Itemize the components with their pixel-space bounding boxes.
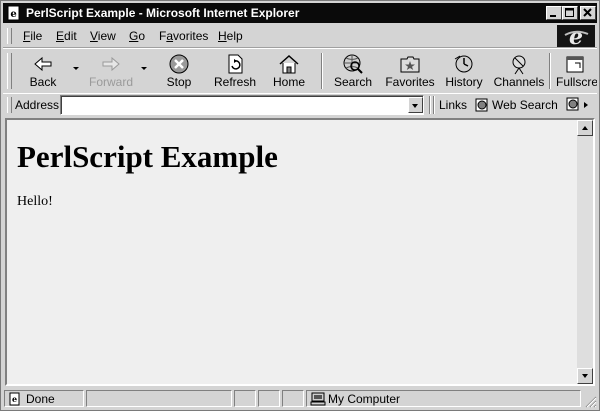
refresh-icon: [228, 54, 243, 74]
home-icon: [279, 54, 299, 74]
favorites-folder-icon: [400, 56, 420, 73]
browser-window: e PerlScript Example - Microsoft Interne…: [0, 0, 600, 411]
links-more-button[interactable]: [565, 96, 595, 114]
web-search-page-icon: [475, 98, 488, 112]
maximize-button[interactable]: [562, 6, 578, 20]
links-label[interactable]: Links: [439, 98, 467, 112]
menu-help[interactable]: Help: [218, 29, 243, 43]
home-button[interactable]: Home: [263, 51, 315, 91]
channels-button[interactable]: Channels: [491, 51, 547, 91]
vertical-scrollbar[interactable]: [577, 120, 593, 384]
page-heading: PerlScript Example: [17, 139, 278, 174]
links-overflow-icon: [566, 97, 588, 111]
status-pane: [258, 390, 280, 407]
title-bar[interactable]: e PerlScript Example - Microsoft Interne…: [3, 3, 597, 23]
stop-icon: [169, 54, 189, 74]
computer-icon: [310, 392, 326, 406]
fullscreen-button[interactable]: Fullscre: [553, 51, 597, 91]
refresh-button[interactable]: Refresh: [207, 51, 263, 91]
status-text: Done: [26, 392, 55, 406]
status-zone: My Computer: [328, 392, 401, 406]
toolbar-grip[interactable]: [7, 53, 12, 89]
history-button[interactable]: History: [439, 51, 489, 91]
back-button[interactable]: Back: [17, 51, 69, 91]
history-icon: [454, 55, 473, 73]
back-dropdown-icon[interactable]: [73, 67, 79, 70]
scroll-up-button[interactable]: [577, 120, 593, 136]
links-separator: [429, 96, 431, 114]
ie-page-icon[interactable]: e: [6, 5, 22, 21]
menu-go[interactable]: Go: [129, 29, 145, 43]
window-title: PerlScript Example - Microsoft Internet …: [26, 6, 300, 20]
menu-bar: File Edit View Go Favorites Help e: [3, 24, 597, 50]
address-bar: Address Links Web Search: [3, 93, 597, 116]
forward-arrow-icon: [102, 56, 120, 72]
channels-satellite-icon: [512, 55, 526, 75]
maximize-icon: [565, 8, 574, 17]
standard-toolbar: Back Forward Stop Refresh Home Search Fa: [3, 48, 597, 94]
status-pane: [234, 390, 256, 407]
minimize-icon: [550, 15, 556, 17]
resize-grip-icon: [585, 396, 597, 408]
page-text: Hello!: [17, 194, 53, 209]
fullscreen-icon: [566, 56, 584, 73]
toolbar-separator: [549, 53, 551, 89]
menu-grip[interactable]: [7, 28, 12, 44]
status-pane-main: e Done: [4, 390, 84, 407]
ie-logo: e: [557, 24, 595, 50]
ie-logo-icon: e: [564, 24, 589, 50]
address-dropdown-button[interactable]: [408, 97, 423, 113]
status-progress-pane: [86, 390, 232, 407]
close-button[interactable]: [580, 6, 596, 20]
minimize-button[interactable]: [546, 6, 562, 20]
svg-text:e: e: [569, 25, 583, 47]
address-label: Address: [15, 98, 60, 112]
forward-button[interactable]: Forward: [83, 51, 139, 91]
links-separator: [433, 96, 435, 114]
page-body: PerlScript Example Hello!: [7, 120, 577, 384]
svg-text:e: e: [12, 394, 17, 404]
svg-text:e: e: [10, 9, 16, 20]
menu-favorites[interactable]: Favorites: [159, 29, 208, 43]
page-viewport[interactable]: PerlScript Example Hello!: [5, 118, 595, 386]
forward-dropdown-icon[interactable]: [141, 67, 147, 70]
status-bar: e Done My Computer: [3, 389, 597, 408]
status-zone-pane: My Computer: [306, 390, 581, 407]
back-arrow-icon: [34, 56, 52, 72]
search-globe-icon: [343, 54, 363, 74]
address-input[interactable]: [60, 95, 424, 115]
search-button[interactable]: Search: [327, 51, 379, 91]
favorites-button[interactable]: Favorites: [381, 51, 439, 91]
resize-grip[interactable]: [583, 394, 597, 408]
stop-button[interactable]: Stop: [153, 51, 205, 91]
page-done-icon: e: [9, 392, 20, 406]
address-grip[interactable]: [7, 97, 12, 113]
status-pane: [282, 390, 304, 407]
menu-edit[interactable]: Edit: [56, 29, 77, 43]
menu-file[interactable]: File: [23, 29, 42, 43]
menu-view[interactable]: View: [90, 29, 116, 43]
scroll-down-button[interactable]: [577, 368, 593, 384]
toolbar-separator: [321, 53, 323, 89]
close-icon: [583, 8, 592, 17]
